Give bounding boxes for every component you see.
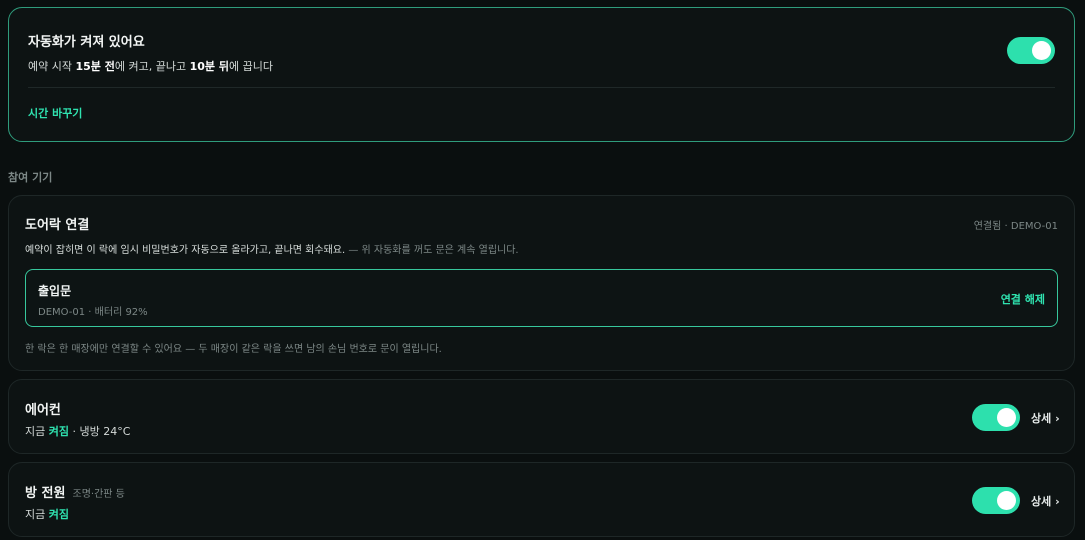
end-offset: 10분 뒤 xyxy=(189,60,229,73)
automation-description: 예약 시작 15분 전에 켜고, 끝나고 10분 뒤에 끕니다 xyxy=(28,60,273,73)
toggle-knob xyxy=(997,491,1016,510)
automation-title: 자동화가 켜져 있어요 xyxy=(28,35,145,50)
doorlock-status: 연결됨 · DEMO-01 xyxy=(973,221,1058,232)
aircon-status: 지금 켜짐 · 냉방 24°C xyxy=(25,425,131,438)
automation-toggle[interactable] xyxy=(1007,37,1055,64)
divider xyxy=(28,87,1055,88)
section-label: 참여 기기 xyxy=(8,171,53,184)
doorlock-card: 도어락 연결 연결됨 · DEMO-01 예약이 잡히면 이 락에 임시 비밀번… xyxy=(8,195,1075,371)
start-offset: 15분 전 xyxy=(75,60,115,73)
disconnect-button[interactable]: 연결 해제 xyxy=(1001,291,1045,307)
change-time-link[interactable]: 시간 바꾸기 xyxy=(28,105,82,121)
room-power-status-value: 켜짐 xyxy=(48,508,69,521)
doorlock-title: 도어락 연결 xyxy=(25,218,90,233)
room-power-card: 방 전원 조명·간판 등 지금 켜짐 상세 › xyxy=(8,462,1075,537)
device-meta: DEMO-01 · 배터리 92% xyxy=(38,307,148,318)
doorlock-device-card: 출입문 DEMO-01 · 배터리 92% 연결 해제 xyxy=(25,269,1058,327)
aircon-card: 에어컨 지금 켜짐 · 냉방 24°C 상세 › xyxy=(8,379,1075,454)
aircon-title: 에어컨 xyxy=(25,403,61,418)
toggle-knob xyxy=(997,408,1016,427)
room-power-heading: 방 전원 조명·간판 등 xyxy=(25,482,125,501)
doorlock-footnote: 한 락은 한 매장에만 연결할 수 있어요 — 두 매장이 같은 락을 쓰면 남… xyxy=(25,344,442,355)
room-power-status: 지금 켜짐 xyxy=(25,508,69,521)
toggle-knob xyxy=(1032,41,1051,60)
doorlock-description: 예약이 잡히면 이 락에 임시 비밀번호가 자동으로 올라가고, 끝나면 회수돼… xyxy=(25,245,519,256)
device-name: 출입문 xyxy=(38,284,72,298)
aircon-toggle[interactable] xyxy=(972,404,1020,431)
aircon-detail-button[interactable]: 상세 › xyxy=(1031,410,1060,426)
room-power-detail-button[interactable]: 상세 › xyxy=(1031,493,1060,509)
aircon-status-value: 켜짐 xyxy=(48,425,69,438)
automation-card: 자동화가 켜져 있어요 예약 시작 15분 전에 켜고, 끝나고 10분 뒤에 … xyxy=(8,7,1075,142)
room-power-title: 방 전원 xyxy=(25,486,66,501)
room-power-toggle[interactable] xyxy=(972,487,1020,514)
room-power-subtitle: 조명·간판 등 xyxy=(72,489,125,500)
